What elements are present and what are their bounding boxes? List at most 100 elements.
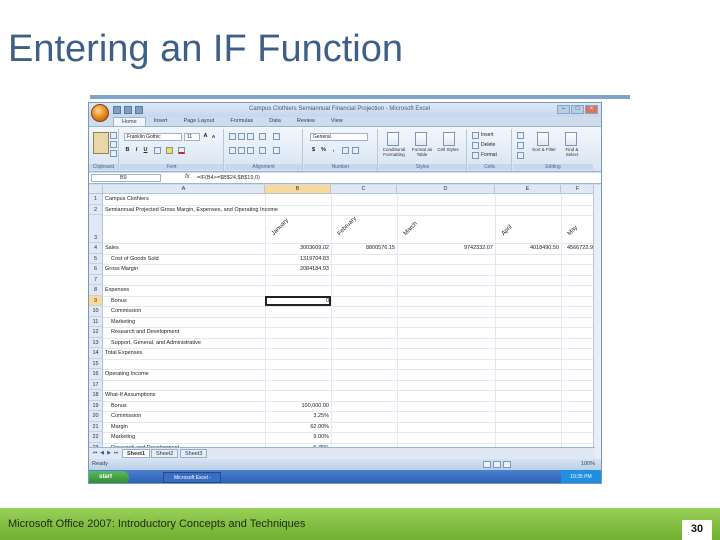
cell-a1[interactable]: Campus Clothiers <box>105 194 149 205</box>
align-top-icon[interactable] <box>229 133 236 140</box>
row-header-6[interactable]: 6 <box>89 264 103 275</box>
align-middle-icon[interactable] <box>238 133 245 140</box>
font-color-icon[interactable] <box>178 147 185 154</box>
cell-b4[interactable]: 3003609.02 <box>265 243 329 254</box>
row-header-4[interactable]: 4 <box>89 243 103 254</box>
delete-cells-label[interactable]: Delete <box>481 140 495 151</box>
row-header-12[interactable]: 12 <box>89 327 103 338</box>
office-button[interactable] <box>91 104 109 122</box>
cell-a9[interactable]: Bonus <box>111 296 127 307</box>
paste-icon[interactable] <box>93 132 109 154</box>
borders-icon[interactable] <box>154 147 161 154</box>
decrease-indent-icon[interactable] <box>259 147 266 154</box>
cell-a12[interactable]: Research and Development <box>111 327 179 338</box>
sheet-tab-2[interactable]: Sheet2 <box>151 449 179 458</box>
format-cells-icon[interactable] <box>472 152 479 159</box>
comma-button[interactable]: , <box>330 147 337 154</box>
sheet-tab-1[interactable]: Sheet1 <box>122 449 151 458</box>
row-header-3[interactable]: 3 <box>89 215 103 243</box>
format-cells-label[interactable]: Format <box>481 150 497 161</box>
page-layout-view-icon[interactable] <box>493 461 501 468</box>
cell-b21[interactable]: 62.00% <box>265 422 329 433</box>
worksheet-grid[interactable]: A B C D E F 1 Campus Clothiers 2 Semiannual Proje… <box>89 185 596 459</box>
currency-button[interactable]: $ <box>310 147 317 154</box>
insert-function-icon[interactable]: fx <box>185 174 190 180</box>
row-header-17[interactable]: 17 <box>89 379 103 390</box>
column-header-d[interactable]: D <box>397 185 495 194</box>
row-header-8[interactable]: 8 <box>89 285 103 296</box>
align-left-icon[interactable] <box>229 147 236 154</box>
column-header-c[interactable]: C <box>331 185 397 194</box>
clear-icon[interactable] <box>517 152 524 159</box>
prev-sheet-icon[interactable]: ◀ <box>99 450 105 457</box>
redo-icon[interactable] <box>135 106 143 114</box>
row-header-14[interactable]: 14 <box>89 348 103 359</box>
copy-icon[interactable] <box>110 141 117 148</box>
cell-a8[interactable]: Expenses <box>105 285 129 296</box>
underline-button[interactable]: U <box>142 147 149 154</box>
italic-button[interactable]: I <box>133 147 140 154</box>
cell-a11[interactable]: Marketing <box>111 317 135 328</box>
row-header-11[interactable]: 11 <box>89 316 103 327</box>
cell-a10[interactable]: Commission <box>111 306 141 317</box>
cell-a18[interactable]: What-If Assumptions <box>105 390 155 401</box>
cell-a6[interactable]: Gross Margin <box>105 264 138 275</box>
cell-a20[interactable]: Commission <box>111 411 141 422</box>
cell-a21[interactable]: Margin <box>111 422 128 433</box>
month-header-april[interactable]: April <box>501 224 514 237</box>
row-header-7[interactable]: 7 <box>89 274 103 285</box>
format-as-table-label[interactable]: Format as Table <box>409 147 435 157</box>
number-format-box[interactable]: General <box>310 133 368 141</box>
row-header-13[interactable]: 13 <box>89 337 103 348</box>
format-painter-icon[interactable] <box>110 150 117 157</box>
sort-filter-label[interactable]: Sort & Filter <box>531 147 557 152</box>
orientation-icon[interactable] <box>259 133 266 140</box>
column-header-e[interactable]: E <box>495 185 561 194</box>
month-header-january[interactable]: January <box>271 218 290 237</box>
cell-a22[interactable]: Marketing <box>111 432 135 443</box>
font-name-box[interactable]: Franklin Gothic <box>124 133 182 141</box>
row-header-9[interactable]: 9 <box>89 295 103 306</box>
save-icon[interactable] <box>113 106 121 114</box>
cut-icon[interactable] <box>110 132 117 139</box>
fill-color-icon[interactable] <box>166 147 173 154</box>
align-bottom-icon[interactable] <box>247 133 254 140</box>
insert-cells-label[interactable]: Insert <box>481 130 494 141</box>
page-break-view-icon[interactable] <box>503 461 511 468</box>
align-center-icon[interactable] <box>238 147 245 154</box>
cell-c4[interactable]: 8800576.15 <box>331 243 395 254</box>
shrink-font-button[interactable]: A <box>210 133 217 140</box>
close-button[interactable]: × <box>585 105 598 114</box>
month-header-march[interactable]: March <box>403 221 419 237</box>
delete-cells-icon[interactable] <box>472 142 479 149</box>
row-header-10[interactable]: 10 <box>89 306 103 317</box>
name-box[interactable]: B9 <box>91 174 161 182</box>
font-size-box[interactable]: 11 <box>184 133 200 141</box>
first-sheet-icon[interactable]: ⏮ <box>92 450 98 457</box>
row-header-5[interactable]: 5 <box>89 253 103 264</box>
minimize-button[interactable]: – <box>557 105 570 114</box>
column-header-f[interactable]: F <box>561 185 595 194</box>
fill-icon[interactable] <box>517 142 524 149</box>
autosum-icon[interactable] <box>517 132 524 139</box>
cell-f4[interactable]: 4566722.9 <box>561 243 593 254</box>
cell-a16[interactable]: Operating Income <box>105 369 149 380</box>
percent-button[interactable]: % <box>320 147 327 154</box>
row-header-18[interactable]: 18 <box>89 390 103 401</box>
find-select-label[interactable]: Find & Select <box>559 147 585 157</box>
vertical-scrollbar[interactable] <box>593 185 601 459</box>
align-right-icon[interactable] <box>247 147 254 154</box>
undo-icon[interactable] <box>124 106 132 114</box>
insert-cells-icon[interactable] <box>472 132 479 139</box>
cell-b22[interactable]: 9.00% <box>265 432 329 443</box>
row-header-22[interactable]: 22 <box>89 432 103 443</box>
cell-a4[interactable]: Sales <box>105 243 119 254</box>
increase-decimal-icon[interactable] <box>342 147 349 154</box>
decrease-decimal-icon[interactable] <box>352 147 359 154</box>
row-header-15[interactable]: 15 <box>89 358 103 369</box>
conditional-formatting-icon[interactable] <box>387 132 399 146</box>
bold-button[interactable]: B <box>124 147 131 154</box>
cell-e4[interactable]: 4018490.50 <box>495 243 559 254</box>
cell-styles-label[interactable]: Cell Styles <box>437 147 459 152</box>
column-header-a[interactable]: A <box>103 185 265 194</box>
